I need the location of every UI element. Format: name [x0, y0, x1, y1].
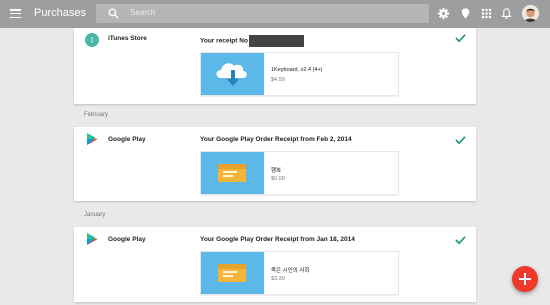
- item-thumbnail: [201, 252, 264, 294]
- location-icon[interactable]: [459, 7, 472, 20]
- item-name: 1Keyboard, v2.4 (4+): [271, 67, 323, 73]
- notifications-icon[interactable]: [500, 7, 513, 20]
- receipt-card[interactable]: I iTunes Store Your receipt No 1Keyboard…: [74, 28, 476, 104]
- item-price: $3.30: [271, 276, 285, 282]
- receipt-card[interactable]: Google Play Your Google Play Order Recei…: [74, 127, 476, 201]
- search-input[interactable]: Search: [96, 4, 429, 23]
- avatar[interactable]: [522, 5, 539, 22]
- item-price: $0.00: [271, 176, 285, 182]
- top-app-bar: Purchases Search: [0, 0, 550, 28]
- month-header: February: [84, 112, 109, 118]
- add-button[interactable]: [512, 266, 538, 292]
- item-price: $4.99: [271, 77, 285, 83]
- folder-icon: [218, 264, 246, 282]
- receipt-card[interactable]: Google Play Your Google Play Order Recei…: [74, 227, 476, 302]
- redacted-receipt-number: [248, 35, 304, 47]
- item-thumbnail: [201, 152, 264, 194]
- folder-icon: [218, 164, 246, 182]
- play-store-icon: [87, 233, 98, 245]
- menu-icon[interactable]: [10, 9, 21, 19]
- settings-icon[interactable]: [437, 7, 450, 20]
- item-name: 죽은 시인의 사회: [271, 268, 310, 274]
- receipt-title: Your Google Play Order Receipt from Jan …: [200, 236, 355, 243]
- search-placeholder: Search: [130, 8, 156, 17]
- receipt-title: Your receipt No: [200, 35, 304, 47]
- item-name: 행복: [271, 168, 282, 174]
- purchase-item[interactable]: 행복 $0.00: [200, 151, 399, 195]
- store-name: iTunes Store: [108, 35, 147, 42]
- purchase-item[interactable]: 죽은 시인의 사회 $3.30: [200, 251, 399, 295]
- download-cloud-icon: [216, 63, 247, 86]
- play-store-icon: [87, 133, 98, 145]
- store-name: Google Play: [108, 236, 146, 243]
- add-icon: [519, 273, 531, 285]
- item-thumbnail: [201, 53, 264, 95]
- user-photo-icon: [522, 5, 539, 22]
- check-icon: [455, 136, 466, 145]
- search-icon: [108, 8, 119, 19]
- page-title: Purchases: [34, 7, 86, 19]
- purchase-item[interactable]: 1Keyboard, v2.4 (4+) $4.99: [200, 52, 399, 96]
- svg-text:I: I: [91, 36, 93, 45]
- store-name: Google Play: [108, 136, 146, 143]
- check-icon: [455, 236, 466, 245]
- itunes-store-logo-icon: I: [85, 33, 99, 47]
- apps-icon[interactable]: [480, 7, 493, 20]
- month-header: January: [84, 212, 106, 218]
- check-icon: [455, 34, 466, 43]
- receipt-title: Your Google Play Order Receipt from Feb …: [200, 136, 352, 143]
